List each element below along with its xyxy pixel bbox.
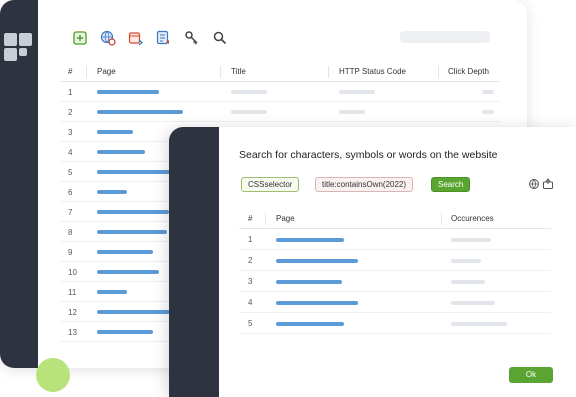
page-url-placeholder[interactable] [97, 290, 127, 294]
query-input[interactable]: title:containsOwn(2022) [315, 177, 414, 192]
page-url-placeholder[interactable] [97, 330, 153, 334]
dialog-sidebar [169, 127, 219, 397]
page-url-placeholder[interactable] [97, 190, 127, 194]
occurences-placeholder [451, 301, 495, 305]
row-number: 1 [248, 235, 253, 244]
depth-placeholder [482, 110, 494, 114]
occurences-placeholder [451, 280, 485, 284]
page-url-placeholder[interactable] [97, 230, 167, 234]
row-number: 4 [68, 148, 73, 157]
search-icon[interactable] [212, 30, 228, 46]
table-row[interactable]: 1 [239, 229, 551, 250]
column-header-title[interactable]: Title [231, 67, 246, 76]
column-header-click-depth[interactable]: Click Depth [448, 67, 489, 76]
occurences-placeholder [451, 238, 491, 242]
row-number: 9 [68, 248, 73, 257]
table-row[interactable]: 5 [239, 313, 551, 334]
page-url-placeholder[interactable] [97, 250, 153, 254]
table-row[interactable]: 1 [60, 82, 500, 102]
column-header-page[interactable]: Page [276, 214, 295, 223]
status-placeholder [339, 110, 365, 114]
page-url-placeholder[interactable] [97, 90, 159, 94]
title-placeholder [231, 90, 267, 94]
page-url-placeholder[interactable] [97, 130, 133, 134]
ok-button[interactable]: Ok [509, 367, 553, 383]
row-number: 3 [68, 128, 73, 137]
title-placeholder [231, 110, 267, 114]
page-url-placeholder[interactable] [276, 301, 358, 305]
page-url-placeholder[interactable] [276, 259, 358, 263]
row-number: 6 [68, 188, 73, 197]
column-header-number[interactable]: # [68, 67, 72, 76]
occurrences-table: # Page Occurences 1 2 3 4 5 [239, 209, 551, 334]
occurences-placeholder [451, 322, 507, 326]
globe-icon[interactable] [528, 178, 540, 190]
calendar-export-icon[interactable] [128, 30, 144, 46]
search-dialog: Search for characters, symbols or words … [169, 127, 576, 397]
add-icon[interactable] [72, 30, 88, 46]
column-header-page[interactable]: Page [97, 67, 116, 76]
column-header-http-status[interactable]: HTTP Status Code [339, 67, 406, 76]
toolbar-search-input[interactable] [400, 31, 490, 43]
row-number: 11 [68, 288, 77, 297]
row-number: 4 [248, 298, 253, 307]
row-number: 5 [68, 168, 73, 177]
page-url-placeholder[interactable] [97, 270, 159, 274]
page-url-placeholder[interactable] [97, 150, 145, 154]
page-url-placeholder[interactable] [276, 238, 344, 242]
row-number: 8 [68, 228, 73, 237]
row-number: 3 [248, 277, 253, 286]
decorative-circle [36, 358, 70, 392]
key-icon[interactable] [184, 30, 200, 46]
list-export-icon[interactable] [156, 30, 172, 46]
row-number: 12 [68, 308, 77, 317]
table-row[interactable]: 2 [239, 250, 551, 271]
row-number: 2 [68, 108, 73, 117]
column-header-number[interactable]: # [248, 214, 252, 223]
css-selector-chip[interactable]: CSSselector [241, 177, 300, 192]
row-number: 1 [68, 88, 73, 97]
page-url-placeholder[interactable] [97, 110, 183, 114]
occurrences-table-header: # Page Occurences [239, 209, 551, 229]
app-stage: # Page Title HTTP Status Code Click Dept… [0, 0, 576, 397]
occurences-placeholder [451, 259, 481, 263]
row-number: 7 [68, 208, 73, 217]
row-number: 13 [68, 328, 77, 337]
app-logo-icon [2, 31, 32, 61]
page-url-placeholder[interactable] [97, 170, 171, 174]
depth-placeholder [482, 90, 494, 94]
toolbar [60, 26, 500, 50]
page-url-placeholder[interactable] [97, 210, 169, 214]
app-sidebar [0, 0, 38, 368]
dialog-title: Search for characters, symbols or words … [239, 149, 498, 161]
table-row[interactable]: 3 [239, 271, 551, 292]
page-url-placeholder[interactable] [276, 322, 344, 326]
results-table-header: # Page Title HTTP Status Code Click Dept… [60, 62, 500, 82]
table-row[interactable]: 2 [60, 102, 500, 122]
search-button[interactable]: Search [431, 177, 471, 192]
page-url-placeholder[interactable] [276, 280, 342, 284]
globe-settings-icon[interactable] [100, 30, 116, 46]
row-number: 5 [248, 319, 253, 328]
row-number: 2 [248, 256, 253, 265]
row-number: 10 [68, 268, 77, 277]
export-icon[interactable] [542, 178, 554, 190]
column-header-occurences[interactable]: Occurences [451, 214, 494, 223]
table-row[interactable]: 4 [239, 292, 551, 313]
status-placeholder [339, 90, 375, 94]
